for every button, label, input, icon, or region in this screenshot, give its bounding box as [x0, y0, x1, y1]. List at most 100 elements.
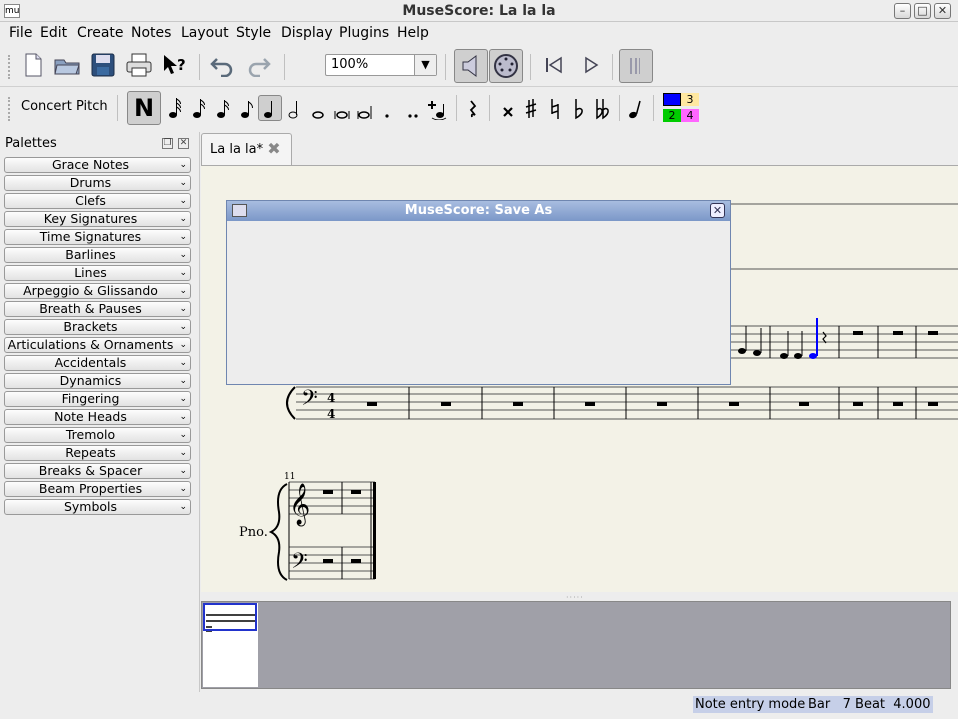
rest-icon[interactable] [462, 95, 484, 121]
print-icon[interactable] [125, 51, 153, 79]
palette-clefs[interactable]: Clefs ⌄ [4, 193, 191, 209]
voice-3-button[interactable]: 3 [681, 93, 699, 106]
score-tab[interactable]: La la la* ✖ [201, 133, 292, 165]
dialog-titlebar[interactable]: MuseScore: Save As ✕ [227, 201, 730, 221]
note-eighth-icon[interactable] [236, 95, 258, 121]
navigator-viewport[interactable] [203, 603, 257, 631]
chevron-down-icon[interactable]: ⌄ [179, 320, 187, 335]
flat-icon[interactable] [568, 95, 590, 121]
selected-note[interactable] [809, 353, 817, 359]
redo-icon[interactable] [245, 51, 273, 79]
flip-direction-icon[interactable] [624, 95, 646, 121]
palette-breath-pauses[interactable]: Breath & Pauses ⌄ [4, 301, 191, 317]
voice-4-button[interactable]: 4 [681, 109, 699, 122]
palette-beam-properties[interactable]: Beam Properties ⌄ [4, 481, 191, 497]
menu-create[interactable]: Create [77, 25, 124, 41]
chevron-down-icon[interactable]: ⌄ [179, 446, 187, 461]
chevron-down-icon[interactable]: ⌄ [179, 374, 187, 389]
palette-accidentals[interactable]: Accidentals ⌄ [4, 355, 191, 371]
palette-drums[interactable]: Drums ⌄ [4, 175, 191, 191]
palette-symbols[interactable]: Symbols ⌄ [4, 499, 191, 515]
palette-barlines[interactable]: Barlines ⌄ [4, 247, 191, 263]
menu-help[interactable]: Help [397, 25, 429, 41]
chevron-down-icon[interactable]: ⌄ [179, 266, 187, 281]
chevron-down-icon[interactable]: ⌄ [179, 464, 187, 479]
palette-fingering[interactable]: Fingering ⌄ [4, 391, 191, 407]
chevron-down-icon[interactable]: ⌄ [179, 338, 187, 353]
note-entry-toggle[interactable]: N [127, 91, 161, 125]
palette-tremolo[interactable]: Tremolo ⌄ [4, 427, 191, 443]
chevron-down-icon[interactable]: ⌄ [179, 158, 187, 173]
note-16th-icon[interactable] [212, 95, 234, 121]
concert-pitch-button[interactable]: Concert Pitch [21, 99, 108, 114]
minimize-button[interactable]: – [894, 3, 911, 19]
close-tab-icon[interactable]: ✖ [266, 141, 282, 157]
chevron-down-icon[interactable]: ⌄ [179, 176, 187, 191]
maximize-button[interactable]: □ [914, 3, 931, 19]
chevron-down-icon[interactable]: ⌄ [179, 302, 187, 317]
save-icon[interactable] [89, 51, 117, 79]
note-half-icon[interactable] [284, 95, 306, 121]
play-icon[interactable] [577, 51, 605, 79]
new-file-icon[interactable] [19, 51, 47, 79]
menu-layout[interactable]: Layout [181, 25, 229, 41]
repeat-toggle-icon[interactable] [619, 49, 653, 83]
dialog-close-icon[interactable]: ✕ [710, 203, 725, 218]
note-quarter-icon[interactable] [258, 95, 282, 121]
whats-this-help-icon[interactable]: ? [161, 51, 189, 79]
palette-breaks-spacer[interactable]: Breaks & Spacer ⌄ [4, 463, 191, 479]
double-sharp-icon[interactable] [497, 95, 519, 121]
speaker-icon[interactable] [454, 49, 488, 83]
open-folder-icon[interactable] [53, 51, 81, 79]
midi-input-icon[interactable] [489, 49, 523, 83]
menu-display[interactable]: Display [281, 25, 333, 41]
close-window-button[interactable]: ✕ [934, 3, 951, 19]
chevron-down-icon[interactable]: ⌄ [179, 428, 187, 443]
double-flat-icon[interactable] [592, 95, 614, 121]
voice-2-button[interactable]: 2 [663, 109, 681, 122]
chevron-down-icon[interactable]: ⌄ [179, 248, 187, 263]
undo-icon[interactable] [208, 51, 236, 79]
double-dot-icon[interactable] [402, 95, 424, 121]
palette-arpeggio-glissando[interactable]: Arpeggio & Glissando ⌄ [4, 283, 191, 299]
zoom-select[interactable]: 100% ▼ [325, 54, 437, 76]
menu-notes[interactable]: Notes [131, 25, 171, 41]
menu-file[interactable]: File [9, 25, 32, 41]
note-whole-icon[interactable] [307, 95, 329, 121]
close-panel-icon[interactable]: ✕ [178, 138, 189, 149]
chevron-down-icon[interactable]: ⌄ [179, 500, 187, 515]
chevron-down-icon[interactable]: ⌄ [179, 284, 187, 299]
palette-lines[interactable]: Lines ⌄ [4, 265, 191, 281]
rewind-icon[interactable] [540, 51, 568, 79]
palette-articulations-ornaments[interactable]: Articulations & Ornaments ⌄ [4, 337, 191, 353]
note-32nd-icon[interactable] [188, 95, 210, 121]
chevron-down-icon[interactable]: ▼ [414, 55, 436, 75]
chevron-down-icon[interactable]: ⌄ [179, 482, 187, 497]
palette-key-signatures[interactable]: Key Signatures ⌄ [4, 211, 191, 227]
menu-plugins[interactable]: Plugins [339, 25, 389, 41]
toolbar-handle[interactable] [8, 55, 12, 79]
palette-brackets[interactable]: Brackets ⌄ [4, 319, 191, 335]
palette-grace-notes[interactable]: Grace Notes ⌄ [4, 157, 191, 173]
sharp-icon[interactable] [520, 95, 542, 121]
palette-repeats[interactable]: Repeats ⌄ [4, 445, 191, 461]
menu-style[interactable]: Style [236, 25, 271, 41]
palette-dynamics[interactable]: Dynamics ⌄ [4, 373, 191, 389]
augmentation-dot-icon[interactable] [376, 95, 398, 121]
palette-time-signatures[interactable]: Time Signatures ⌄ [4, 229, 191, 245]
note-64th-icon[interactable] [164, 95, 186, 121]
tie-icon[interactable] [426, 95, 448, 121]
navigator-panel[interactable] [201, 601, 951, 689]
toolbar-handle[interactable] [8, 97, 12, 121]
chevron-down-icon[interactable]: ⌄ [179, 194, 187, 209]
palette-note-heads[interactable]: Note Heads ⌄ [4, 409, 191, 425]
chevron-down-icon[interactable]: ⌄ [179, 356, 187, 371]
voice-1-button[interactable] [663, 93, 681, 106]
float-panel-icon[interactable]: ❐ [162, 138, 173, 149]
chevron-down-icon[interactable]: ⌄ [179, 230, 187, 245]
note-longa-icon[interactable] [354, 95, 376, 121]
menu-edit[interactable]: Edit [40, 25, 67, 41]
chevron-down-icon[interactable]: ⌄ [179, 410, 187, 425]
chevron-down-icon[interactable]: ⌄ [179, 212, 187, 227]
chevron-down-icon[interactable]: ⌄ [179, 392, 187, 407]
